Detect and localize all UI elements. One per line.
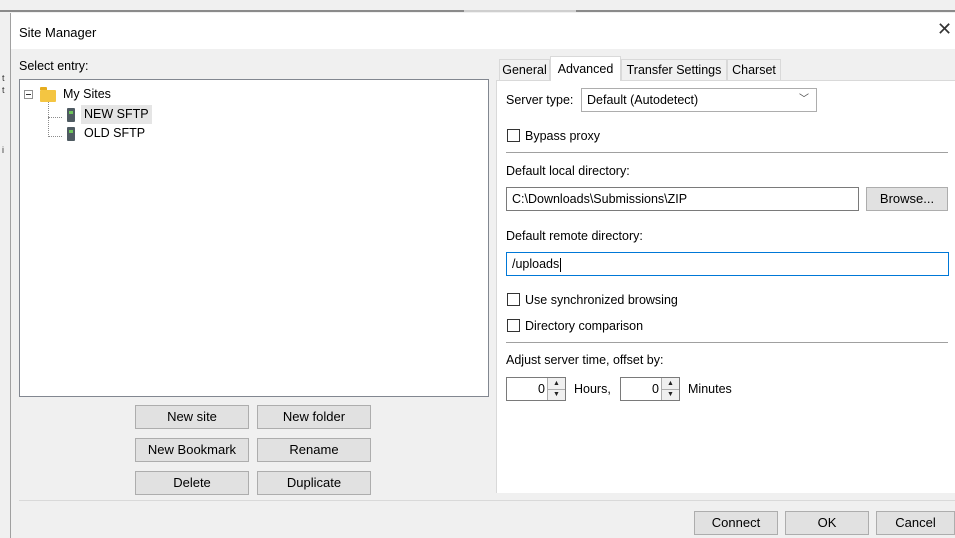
remote-dir-input[interactable]: /uploads xyxy=(506,252,949,276)
server-icon xyxy=(67,127,75,141)
spin-down-icon[interactable]: ▼ xyxy=(662,389,679,400)
server-type-value: Default (Autodetect) xyxy=(587,93,699,107)
close-icon[interactable]: ✕ xyxy=(937,19,952,39)
spin-down-icon[interactable]: ▼ xyxy=(548,389,565,400)
tab-charset[interactable]: Charset xyxy=(727,59,781,80)
cancel-button[interactable]: Cancel xyxy=(876,511,955,535)
spinner-buttons[interactable]: ▲ ▼ xyxy=(661,378,679,400)
sync-browsing-label: Use synchronized browsing xyxy=(525,293,678,307)
collapse-icon[interactable] xyxy=(24,90,33,99)
tree-item-old-sftp[interactable]: OLD SFTP xyxy=(20,124,220,143)
remote-dir-value: /uploads xyxy=(512,257,560,271)
text-caret xyxy=(560,257,562,272)
minutes-value: 0 xyxy=(652,382,659,396)
remote-dir-label: Default remote directory: xyxy=(506,229,643,243)
minutes-spinner[interactable]: 0 ▲ ▼ xyxy=(620,377,680,401)
new-folder-button[interactable]: New folder xyxy=(257,405,371,429)
new-site-button[interactable]: New site xyxy=(135,405,249,429)
local-dir-label: Default local directory: xyxy=(506,164,630,178)
background-text-fragment: t xyxy=(2,85,5,95)
background-window-tab xyxy=(464,10,576,12)
server-type-label: Server type: xyxy=(506,93,574,107)
chevron-down-icon: ﹀ xyxy=(799,94,809,105)
background-text-fragment: t xyxy=(2,73,5,83)
tab-general[interactable]: General xyxy=(499,59,550,80)
window-left-border xyxy=(10,49,11,538)
server-type-select[interactable]: Default (Autodetect) ﹀ xyxy=(581,88,817,112)
section-divider xyxy=(506,342,948,343)
sync-browsing-checkbox[interactable] xyxy=(507,293,520,306)
tab-advanced[interactable]: Advanced xyxy=(550,56,621,81)
tree-item-label: My Sites xyxy=(63,87,111,101)
browse-button[interactable]: Browse... xyxy=(866,187,948,211)
select-entry-label: Select entry: xyxy=(19,59,89,73)
folder-icon xyxy=(40,87,56,102)
bypass-proxy-checkbox[interactable] xyxy=(507,129,520,142)
connect-button[interactable]: Connect xyxy=(694,511,778,535)
hours-spinner[interactable]: 0 ▲ ▼ xyxy=(506,377,566,401)
title-bar xyxy=(10,13,955,49)
tree-item-new-sftp[interactable]: NEW SFTP xyxy=(20,105,220,124)
tree-item-label: NEW SFTP xyxy=(81,105,152,124)
footer-divider xyxy=(19,500,955,501)
minutes-label: Minutes xyxy=(688,382,732,396)
section-divider xyxy=(506,152,948,153)
rename-button[interactable]: Rename xyxy=(257,438,371,462)
delete-button[interactable]: Delete xyxy=(135,471,249,495)
ok-button[interactable]: OK xyxy=(785,511,869,535)
hours-label: Hours, xyxy=(574,382,611,396)
tab-transfer-settings[interactable]: Transfer Settings xyxy=(621,59,727,80)
hours-value: 0 xyxy=(538,382,545,396)
window-title: Site Manager xyxy=(19,25,97,40)
tree-item-my-sites[interactable]: My Sites xyxy=(20,85,220,104)
bypass-proxy-label: Bypass proxy xyxy=(525,129,601,143)
local-dir-input[interactable]: C:\Downloads\Submissions\ZIP xyxy=(506,187,859,211)
offset-label: Adjust server time, offset by: xyxy=(506,353,664,367)
background-text-fragment: i xyxy=(2,145,4,155)
site-tree[interactable]: My Sites NEW SFTP OLD SFTP xyxy=(19,79,489,397)
tree-item-label: OLD SFTP xyxy=(84,126,146,140)
spinner-buttons[interactable]: ▲ ▼ xyxy=(547,378,565,400)
dir-compare-checkbox[interactable] xyxy=(507,319,520,332)
server-icon xyxy=(67,108,75,122)
duplicate-button[interactable]: Duplicate xyxy=(257,471,371,495)
dir-compare-label: Directory comparison xyxy=(525,319,644,333)
new-bookmark-button[interactable]: New Bookmark xyxy=(135,438,249,462)
